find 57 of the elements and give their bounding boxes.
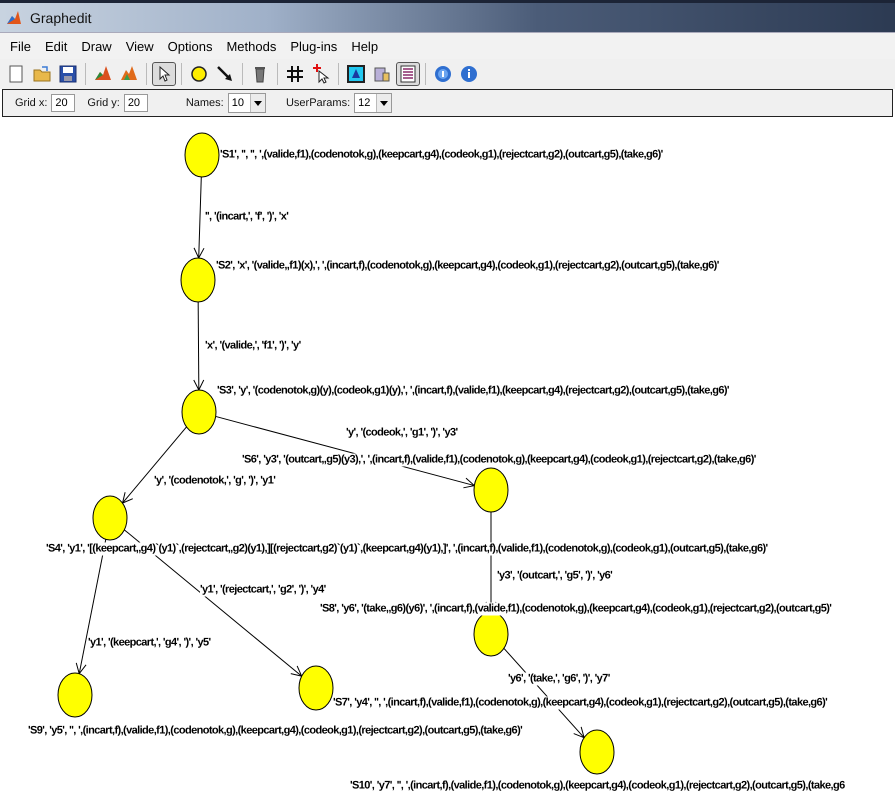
- menu-item[interactable]: File: [4, 36, 39, 56]
- toolbar-button[interactable]: [344, 62, 368, 86]
- save-icon: [58, 64, 78, 84]
- edge-label: '', '(incart,', 'f', ')', 'x': [205, 210, 288, 224]
- edge-label: 'y', '(codenotok,', 'g', ')', 'y1': [154, 474, 276, 488]
- node-label: 'S1', '', '', ',(valide,f1),(codenotok,g),(keepcart,g4),(codeok,g1),(rejectcart,g2),(outcart,g5),(take,g6)': [220, 148, 663, 162]
- menu-item[interactable]: View: [120, 36, 162, 56]
- grid-x-field[interactable]: 20: [51, 94, 76, 112]
- state-node: [474, 468, 508, 512]
- edge-label: 'y1', '(keepcart,', 'g4', ')', 'y5': [88, 636, 211, 650]
- menu-item[interactable]: Help: [345, 36, 386, 56]
- menu-item[interactable]: Options: [162, 36, 220, 56]
- names-dropdown[interactable]: 10: [228, 93, 266, 113]
- user-params-label: UserParams:: [286, 97, 350, 109]
- app-logo-icon: [6, 10, 22, 26]
- edge-label: 'y3', '(outcart,', 'g5', ')', 'y6': [497, 570, 612, 582]
- menu-item[interactable]: Edit: [38, 36, 76, 56]
- node-label: 'S3', 'y', '(codenotok,g)(y),(codeok,g1)(y),', ',(incart,f),(valide,f1),(keepcart,g4),(rejectcart,g2),(outcart,g5),(take,g6)': [217, 384, 729, 398]
- node-label: 'S8', 'y6', '(take,,g6)(y6)', ',(incart,f),(valide,f1),(codenotok,g),(keepcart,g4),(codeok,g1),(rejectcart,g2),(outcart,g5)': [320, 602, 832, 616]
- toolbar-button[interactable]: [396, 62, 420, 86]
- grid-y-field[interactable]: 20: [124, 94, 148, 112]
- grid-x-label: Grid x:: [15, 97, 48, 109]
- edge-label: 'x', '(valide,', 'f1', ')', 'y': [205, 340, 301, 352]
- menu-item[interactable]: Methods: [220, 36, 284, 56]
- state-node: [298, 666, 334, 710]
- state-node: [184, 132, 220, 178]
- window-title: Graphedit: [30, 10, 92, 26]
- picture-frame-icon: [346, 64, 366, 84]
- node-label: 'S7', 'y4', '', ',(incart,f),(valide,f1),(codenotok,g),(keepcart,g4),(codeok,g1),(rejectcart,g2),(outcart,g5),(take,g6)': [333, 696, 828, 710]
- edge-label: 'y6', '(take,', 'g6', ')', 'y7': [508, 672, 610, 686]
- menu-item[interactable]: Plug-ins: [284, 36, 346, 56]
- state-node: [180, 258, 216, 302]
- caret-icon: [254, 100, 262, 106]
- state-node: [92, 496, 128, 540]
- caret-icon: [380, 100, 388, 106]
- folder-icon: [32, 64, 52, 84]
- arrow-icon: [215, 64, 235, 84]
- node-label: 'S10', 'y7', '', ',(incart,f),(valide,f1),(codenotok,g),(keepcart,g4),(codeok,g1),(rejectcart,g2),(outcart,g5),(take,g6: [350, 780, 845, 792]
- names-label: Names:: [186, 97, 224, 109]
- state-node: [580, 730, 614, 774]
- edge-label: 'y1', '(rejectcart,', 'g2', ')', 'y4': [200, 584, 326, 596]
- node-label: 'S9', 'y5', '', ',(incart,f),(valide,f1),(codenotok,g),(keepcart,g4),(codeok,g1),(rejectcart,g2),(outcart,g5),(take,g6)': [28, 724, 522, 738]
- state-node: [58, 672, 92, 718]
- node-label: 'S6', 'y3', '(outcart,,g5)(y3),', ',(incart,f),(valide,f1),(codenotok,g),(keepcart,g4),(codeok,g1),(rejectcart,g2),(take,g6)': [242, 454, 756, 466]
- info-icon: [459, 64, 479, 84]
- grid-icon: [285, 64, 305, 84]
- list-icon: [398, 64, 418, 84]
- node-label: 'S2', 'x', '(valide,,f1)(x),', ',(incart,f),(codenotok,g),(keepcart,g4),(codeok,g1),(rejectcart,g2),(outcart,g5),(take,g6)': [216, 260, 719, 272]
- state-node: [182, 390, 216, 434]
- user-params-dropdown[interactable]: 12: [354, 93, 392, 113]
- circle-icon: [189, 64, 209, 84]
- edge-label: 'y', '(codeok,', 'g1', ')', 'y3': [346, 426, 458, 440]
- toolbar-button[interactable]: [152, 62, 176, 86]
- cursor-star-icon: [311, 64, 331, 84]
- node-label: 'S4', 'y1', '[(keepcart,,g4)`(y1)`,(rejectcart,,g2)(y1),][(rejectcart,g2)`(y1)`,(keepcart,g4)(y1),]', ',(incart,f),(valide,f1),(codenotok,g),(codeok,g1),(outcart,g5),(take,g6)': [46, 542, 768, 556]
- grid-y-label: Grid y:: [87, 97, 120, 109]
- menu-item[interactable]: Draw: [75, 36, 120, 56]
